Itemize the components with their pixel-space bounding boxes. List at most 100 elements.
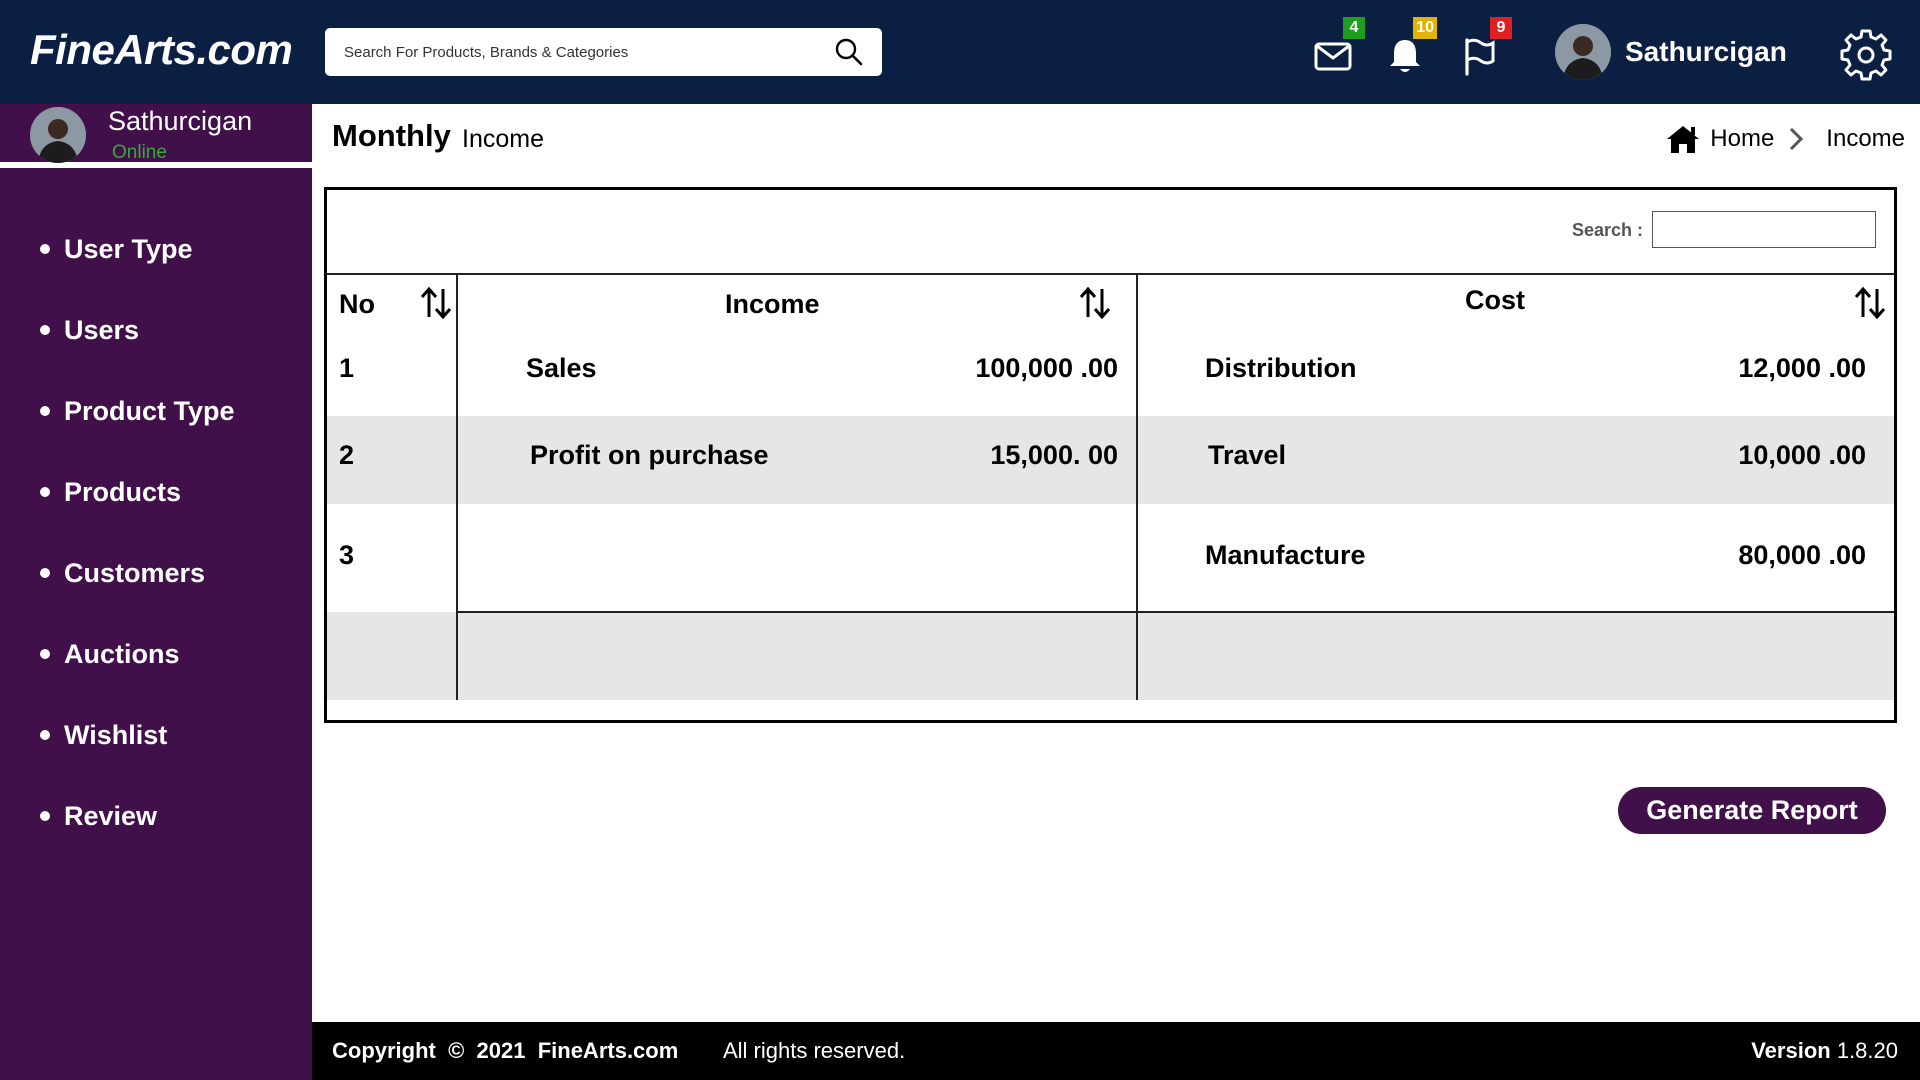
cell-cost: Distribution 12,000 .00 bbox=[1136, 334, 1894, 416]
page-title: Monthly bbox=[332, 118, 451, 153]
page-subtitle: Income bbox=[462, 125, 544, 153]
cost-label: Travel bbox=[1208, 440, 1287, 470]
notifications-button[interactable]: 10 bbox=[1385, 17, 1437, 76]
income-label: Profit on purchase bbox=[530, 440, 769, 470]
online-status: Online bbox=[112, 142, 167, 163]
header-cost[interactable]: Cost bbox=[1136, 274, 1894, 334]
cost-label: Manufacture bbox=[1205, 540, 1366, 570]
sort-icon[interactable] bbox=[419, 285, 453, 321]
header-income[interactable]: Income bbox=[456, 274, 1137, 334]
cell-income bbox=[456, 504, 1137, 612]
top-user-menu[interactable]: Sathurcigan bbox=[1555, 24, 1787, 80]
table-row-empty bbox=[327, 611, 1894, 700]
sidebar-item-product-type[interactable]: Product Type bbox=[0, 392, 312, 473]
sidebar-item-review[interactable]: Review bbox=[0, 797, 312, 878]
sidebar-item-label: Product Type bbox=[64, 396, 235, 426]
search-input[interactable] bbox=[325, 28, 815, 76]
bullet-icon bbox=[40, 649, 50, 659]
sidebar-item-label: Users bbox=[64, 315, 140, 345]
bullet-icon bbox=[40, 811, 50, 821]
mail-button[interactable]: 4 bbox=[1313, 17, 1365, 76]
version-number: 1.8.20 bbox=[1836, 1038, 1898, 1063]
home-icon[interactable] bbox=[1666, 124, 1700, 154]
sidebar-item-auctions[interactable]: Auctions bbox=[0, 635, 312, 716]
header-cost-label: Cost bbox=[1465, 285, 1525, 315]
table-row: 2 Profit on purchase 15,000. 00 Travel 1… bbox=[327, 416, 1894, 504]
bell-icon bbox=[1390, 40, 1420, 72]
income-amount: 15,000. 00 bbox=[990, 440, 1118, 470]
cell-cost: Manufacture 80,000 .00 bbox=[1136, 504, 1894, 612]
sidebar-item-label: User Type bbox=[64, 234, 193, 264]
cell-no: 1 bbox=[339, 353, 355, 383]
footer-copyright: Copyright © 2021 FineArts.com bbox=[332, 1038, 679, 1063]
avatar bbox=[1555, 24, 1611, 80]
mail-badge: 4 bbox=[1343, 17, 1365, 39]
cell-income bbox=[456, 611, 1137, 700]
search-bar bbox=[325, 28, 882, 76]
cost-amount: 10,000 .00 bbox=[1738, 440, 1866, 470]
income-cost-table: No Income Cost 1 Sales 100,000 .00 Distr… bbox=[327, 273, 1894, 700]
sort-icon[interactable] bbox=[1853, 285, 1887, 321]
income-amount: 100,000 .00 bbox=[975, 353, 1118, 383]
avatar bbox=[30, 107, 86, 163]
cost-amount: 12,000 .00 bbox=[1738, 353, 1866, 383]
sidebar-item-label: Auctions bbox=[64, 639, 180, 669]
version-label: Version bbox=[1751, 1038, 1831, 1063]
sidebar-item-customers[interactable]: Customers bbox=[0, 554, 312, 635]
search-icon[interactable] bbox=[834, 37, 864, 67]
sidebar-nav: User Type Users Product Type Products Cu… bbox=[0, 230, 312, 878]
bullet-icon bbox=[40, 730, 50, 740]
sidebar-item-label: Products bbox=[64, 477, 182, 507]
bullet-icon bbox=[40, 325, 50, 335]
cost-label: Distribution bbox=[1205, 353, 1357, 383]
cell-no: 2 bbox=[327, 416, 457, 504]
header-no[interactable]: No bbox=[327, 274, 457, 334]
chevron-right-icon bbox=[1790, 127, 1804, 151]
notifications-badge: 10 bbox=[1413, 17, 1437, 39]
site-logo[interactable]: FineArts.com bbox=[30, 26, 293, 74]
sidebar-item-wishlist[interactable]: Wishlist bbox=[0, 716, 312, 797]
bullet-icon bbox=[40, 406, 50, 416]
cell-no bbox=[327, 612, 457, 700]
table-row: 1 Sales 100,000 .00 Distribution 12,000 … bbox=[327, 334, 1894, 416]
cell-cost: Travel 10,000 .00 bbox=[1136, 416, 1894, 504]
table-search-label: Search : bbox=[1572, 220, 1644, 240]
top-user-name: Sathurcigan bbox=[1625, 36, 1787, 67]
top-navbar: FineArts.com 4 10 9 bbox=[0, 0, 1920, 104]
header-income-label: Income bbox=[725, 289, 820, 319]
flags-badge: 9 bbox=[1490, 17, 1512, 39]
gear-icon[interactable] bbox=[1838, 27, 1894, 83]
sidebar-item-products[interactable]: Products bbox=[0, 473, 312, 554]
breadcrumb-home[interactable]: Home bbox=[1710, 125, 1774, 153]
table-search-input[interactable] bbox=[1652, 211, 1876, 248]
bullet-icon bbox=[40, 487, 50, 497]
header-no-label: No bbox=[339, 289, 375, 319]
bullet-icon bbox=[40, 244, 50, 254]
sidebar-item-label: Customers bbox=[64, 558, 206, 588]
breadcrumb-current: Income bbox=[1826, 125, 1905, 152]
income-label: Sales bbox=[526, 353, 597, 383]
sidebar-item-user-type[interactable]: User Type bbox=[0, 230, 312, 311]
cell-income: Profit on purchase 15,000. 00 bbox=[456, 416, 1137, 504]
mail-icon bbox=[1314, 42, 1352, 71]
sidebar-user: Sathurcigan Online bbox=[0, 104, 312, 168]
cost-amount: 80,000 .00 bbox=[1738, 540, 1866, 570]
cell-income: Sales 100,000 .00 bbox=[456, 334, 1137, 416]
flag-icon bbox=[1465, 38, 1495, 76]
bullet-icon bbox=[40, 568, 50, 578]
footer-rights: All rights reserved. bbox=[723, 1038, 906, 1063]
flags-button[interactable]: 9 bbox=[1460, 17, 1512, 76]
sidebar-item-label: Review bbox=[64, 801, 158, 831]
sidebar-item-users[interactable]: Users bbox=[0, 311, 312, 392]
table-row: 3 Manufacture 80,000 .00 bbox=[327, 504, 1894, 612]
generate-report-button[interactable]: Generate Report bbox=[1618, 787, 1886, 834]
sidebar: Sathurcigan Online User Type Users Produ… bbox=[0, 104, 312, 1080]
sidebar-item-label: Wishlist bbox=[64, 720, 168, 750]
table-header-row: No Income Cost bbox=[327, 274, 1894, 334]
footer-version: Version 1.8.20 bbox=[1751, 1038, 1898, 1064]
sort-icon[interactable] bbox=[1078, 285, 1112, 321]
sidebar-user-name: Sathurcigan bbox=[108, 106, 253, 136]
income-table-panel: Search : No Income Cost 1 Sales 100,000 … bbox=[324, 187, 1897, 723]
cell-no: 3 bbox=[339, 540, 355, 570]
cell-cost bbox=[1136, 611, 1894, 700]
